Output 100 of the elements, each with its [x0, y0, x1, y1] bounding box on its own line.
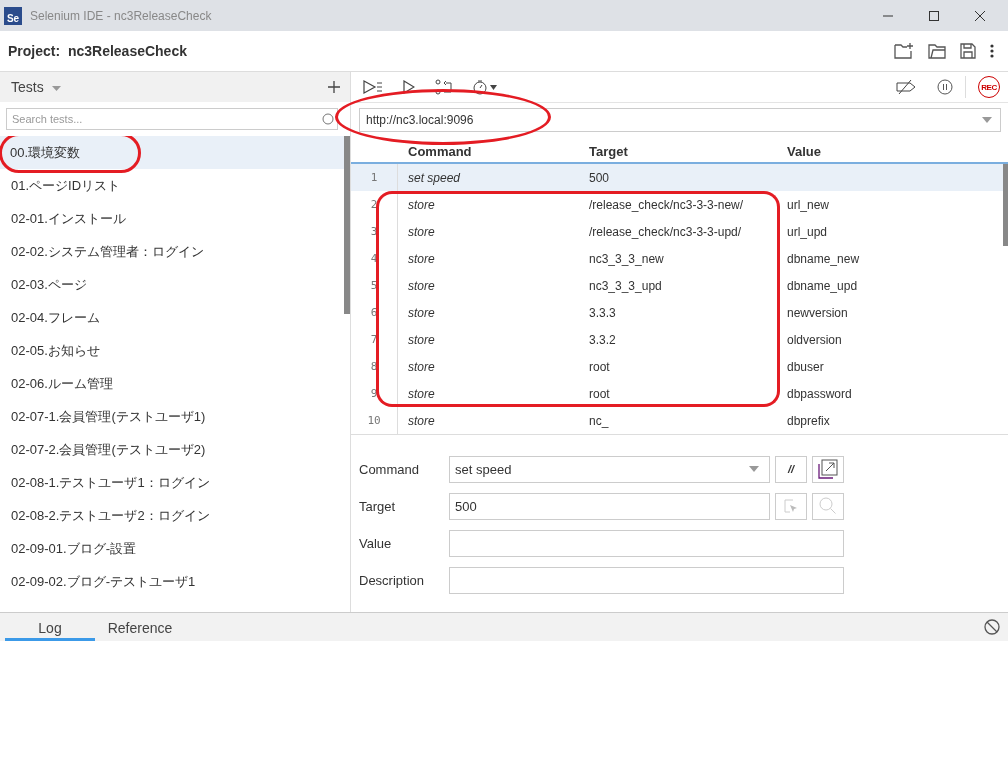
- open-window-icon: [818, 459, 838, 479]
- pause-icon[interactable]: [937, 79, 953, 95]
- line-number: 9: [351, 380, 398, 407]
- record-button[interactable]: REC: [978, 76, 1000, 98]
- table-cell-text: newversion: [787, 305, 849, 320]
- table-cell-text: nc_: [589, 413, 610, 428]
- command-row[interactable]: 10 store nc_ dbprefix: [351, 407, 1003, 434]
- table-cell-text: store: [407, 305, 436, 320]
- value-field[interactable]: [449, 529, 844, 557]
- search-icon: [322, 113, 334, 125]
- test-item[interactable]: 02-04.フレーム: [0, 301, 344, 334]
- table-cell-text: /release_check/nc3-3-3-upd/: [589, 224, 743, 239]
- table-cell-text: /release_check/nc3-3-3-new/: [589, 197, 745, 212]
- maximize-icon[interactable]: [928, 9, 940, 22]
- test-item[interactable]: 02-08-1.テストユーザ1：ログイン: [0, 466, 344, 499]
- panel-tab[interactable]: Log: [5, 613, 95, 641]
- command-row[interactable]: 2 store /release_check/nc3-3-3-new/ url_new: [351, 191, 1003, 218]
- test-item[interactable]: 02-02.システム管理者：ログイン: [0, 235, 344, 268]
- line-number: 1: [351, 164, 398, 191]
- table-cell-text: 3.3.3: [589, 305, 617, 320]
- table-cell-text: store: [407, 251, 436, 266]
- table-cell-text: dbname_new: [787, 251, 861, 266]
- more-icon[interactable]: [990, 44, 994, 58]
- test-item[interactable]: 02-07-1.会員管理(テストユーザ1): [0, 400, 344, 433]
- table-cell-text: nc3_3_3_new: [589, 251, 665, 266]
- table-cell-text: store: [407, 413, 436, 428]
- open-reference-button[interactable]: [812, 455, 844, 483]
- table-cell-text: store: [407, 359, 436, 374]
- panel-tab[interactable]: Reference: [95, 613, 185, 641]
- app-logo: Se: [4, 6, 22, 25]
- folder-icon[interactable]: [928, 43, 946, 59]
- save-icon[interactable]: [960, 43, 976, 59]
- table-cell-text: dbuser: [787, 359, 825, 374]
- table-cell-text: 500: [589, 170, 611, 185]
- description-field[interactable]: [449, 566, 844, 594]
- test-item[interactable]: 02-07-2.会員管理(テストユーザ2): [0, 433, 344, 466]
- test-item[interactable]: 02-06.ルーム管理: [0, 367, 344, 400]
- command-row[interactable]: 1 set speed 500: [351, 164, 1003, 191]
- run-all-icon[interactable]: [363, 80, 383, 94]
- url-field[interactable]: http://nc3.local:9096: [359, 108, 1001, 132]
- table-cell-text: oldversion: [787, 332, 843, 347]
- table-cell-text: root: [589, 386, 611, 401]
- search-icon: [819, 497, 837, 515]
- target-field[interactable]: 500: [449, 492, 770, 520]
- command-row[interactable]: 7 store 3.3.2 oldversion: [351, 326, 1003, 353]
- table-cell-text: nc3_3_3_upd: [589, 278, 663, 293]
- table-cell-text: url_new: [787, 197, 831, 212]
- test-item[interactable]: 02-08-2.テストユーザ2：ログイン: [0, 499, 344, 532]
- test-item[interactable]: 02-09-02.ブログ-テストユーザ1: [0, 565, 344, 598]
- table-cell-text: set speed: [407, 170, 462, 185]
- field-label: Target: [359, 498, 397, 514]
- table-cell-text: url_upd: [787, 224, 829, 239]
- caret-icon: [51, 85, 61, 91]
- field-label: Value: [359, 535, 393, 551]
- close-icon[interactable]: [974, 9, 986, 22]
- command-field[interactable]: set speed: [449, 455, 770, 483]
- search-field[interactable]: Search tests...: [6, 108, 338, 130]
- command-row[interactable]: 5 store nc3_3_3_upd dbname_upd: [351, 272, 1003, 299]
- run-icon[interactable]: [403, 80, 415, 94]
- dropdown-icon: [749, 466, 759, 472]
- comment-button[interactable]: //: [775, 455, 807, 483]
- add-icon[interactable]: [328, 81, 340, 93]
- table-cell-text: dbname_upd: [787, 278, 859, 293]
- url-value: http://nc3.local:9096: [366, 113, 474, 127]
- column-header: Target: [589, 143, 629, 159]
- table-cell-text: 3.3.2: [589, 332, 617, 347]
- dropdown-icon: [982, 117, 992, 123]
- clear-log-icon[interactable]: [984, 619, 1000, 635]
- tests-dropdown[interactable]: Tests: [11, 79, 61, 95]
- table-cell-text: store: [407, 386, 436, 401]
- table-cell-text: dbpassword: [787, 386, 853, 401]
- field-label: Command: [359, 461, 420, 477]
- test-item[interactable]: 02-03.ページ: [0, 268, 344, 301]
- table-cell-text: root: [589, 359, 611, 374]
- test-item[interactable]: 02-09-01.ブログ-設置: [0, 532, 344, 565]
- column-header: Command: [407, 143, 473, 159]
- line-number: 3: [351, 218, 398, 245]
- table-cell-text: store: [407, 197, 436, 212]
- speed-icon[interactable]: [473, 79, 499, 95]
- line-number: 10: [351, 407, 398, 434]
- line-number: 7: [351, 326, 398, 353]
- new-folder-icon[interactable]: [894, 42, 914, 60]
- table-cell-text: store: [407, 224, 436, 239]
- step-icon[interactable]: [435, 79, 453, 95]
- test-item[interactable]: 01.ページIDリスト: [0, 169, 344, 202]
- field-label: Description: [359, 572, 426, 588]
- table-cell-text: store: [407, 332, 436, 347]
- line-number: 2: [351, 191, 398, 218]
- command-row[interactable]: 9 store root dbpassword: [351, 380, 1003, 407]
- table-cell-text: dbprefix: [787, 413, 831, 428]
- test-item[interactable]: 02-05.お知らせ: [0, 334, 344, 367]
- command-row[interactable]: 3 store /release_check/nc3-3-3-upd/ url_upd: [351, 218, 1003, 245]
- disable-breakpoints-icon[interactable]: [895, 79, 917, 95]
- window-title: Selenium IDE - nc3ReleaseCheck: [30, 8, 212, 23]
- table-cell-text: store: [407, 278, 436, 293]
- line-number: 5: [351, 272, 398, 299]
- project-title: Project: nc3ReleaseCheck: [8, 43, 187, 59]
- test-item[interactable]: 02-01.インストール: [0, 202, 344, 235]
- cursor-icon: [784, 499, 798, 513]
- column-header: Value: [787, 143, 822, 159]
